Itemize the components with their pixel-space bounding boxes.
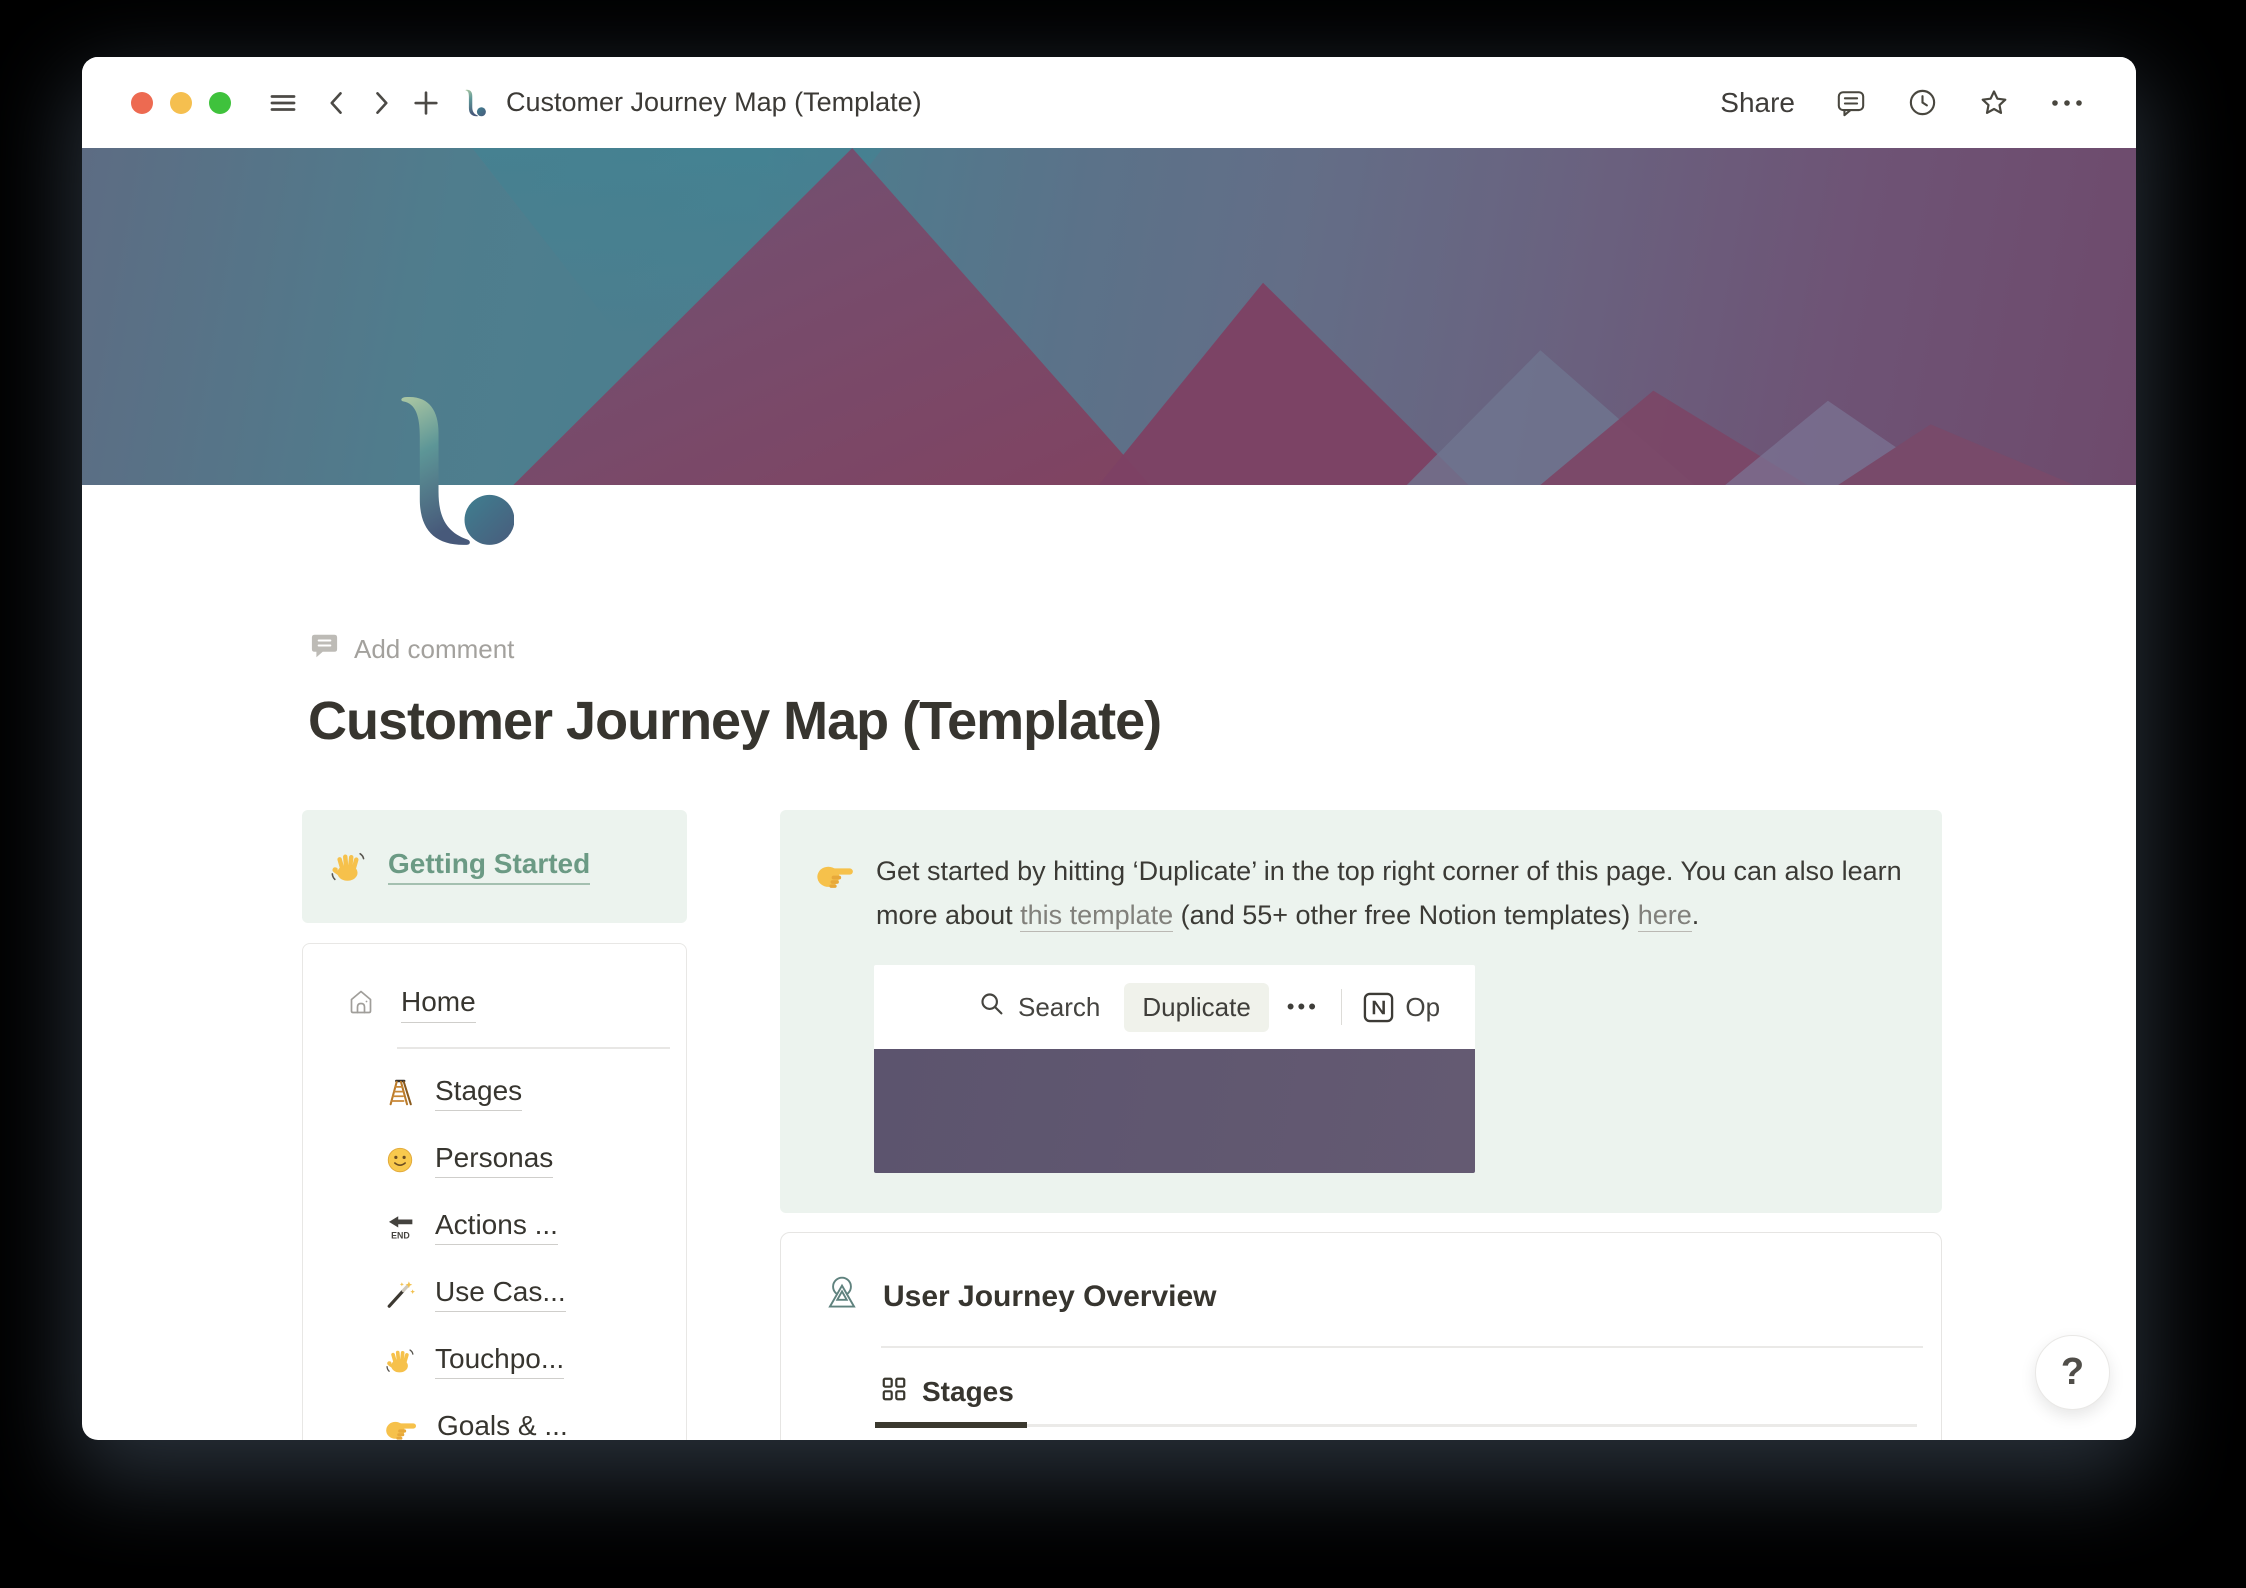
help-question-mark: ? <box>2060 1351 2085 1393</box>
home-nav-box: Home Stages Personas END Actions ... Use… <box>302 943 687 1440</box>
home-link[interactable]: Home <box>401 986 476 1023</box>
history-clock-icon[interactable] <box>1907 87 1938 118</box>
new-tab-icon[interactable] <box>411 88 441 118</box>
embed-more-icon: ••• <box>1286 994 1319 1020</box>
divider <box>881 1346 1923 1348</box>
here-link[interactable]: here <box>1637 899 1692 932</box>
nav-item-touchpoints[interactable]: Touchpo... <box>385 1343 670 1379</box>
nav-item-label[interactable]: Personas <box>435 1142 554 1178</box>
titlebar: Customer Journey Map (Template) Share <box>82 57 2136 148</box>
page-title[interactable]: Customer Journey Map (Template) <box>308 690 1942 752</box>
pointing-right-icon <box>816 856 854 937</box>
getting-started-callout: Getting Started <box>302 810 687 923</box>
waving-hand-icon <box>385 1347 415 1375</box>
getting-started-link[interactable]: Getting Started <box>388 848 591 885</box>
card-title[interactable]: User Journey Overview <box>883 1280 1217 1314</box>
comments-icon[interactable] <box>1835 88 1867 118</box>
tab-underline <box>875 1422 1917 1428</box>
nav-item-label[interactable]: Stages <box>435 1075 523 1111</box>
divider <box>1340 989 1343 1026</box>
nav-item-label[interactable]: Goals & ... <box>437 1410 568 1441</box>
favorite-star-icon[interactable] <box>1978 87 2010 119</box>
embed-topbar: Search Duplicate ••• Op <box>874 965 1475 1050</box>
comment-bubble-icon <box>310 632 339 666</box>
close-window-button[interactable] <box>131 91 153 114</box>
nav-item-label[interactable]: Use Cas... <box>435 1276 566 1312</box>
embed-cover-strip <box>874 1049 1475 1174</box>
tabline-active-indicator <box>875 1422 1027 1428</box>
more-options-icon[interactable] <box>2050 97 2084 109</box>
sidebar-menu-icon[interactable] <box>267 87 299 119</box>
callout-text: . <box>1691 899 1700 930</box>
add-comment-label: Add comment <box>354 633 515 664</box>
callout-text: (and 55+ other free Notion templates) <box>1173 899 1638 930</box>
magic-wand-icon <box>385 1279 415 1309</box>
callout-paragraph: Get started by hitting ‘Duplicate’ in th… <box>876 850 1906 937</box>
home-icon <box>345 986 377 1023</box>
duplicate-screenshot-embed[interactable]: Search Duplicate ••• Op <box>874 965 1475 1174</box>
this-template-link[interactable]: this template <box>1020 899 1174 932</box>
divider <box>397 1047 670 1049</box>
forward-icon[interactable] <box>367 89 395 117</box>
nav-item-use-cases[interactable]: Use Cas... <box>385 1276 670 1312</box>
page-logo-icon <box>463 89 486 117</box>
embed-duplicate-button: Duplicate <box>1124 982 1269 1032</box>
help-button[interactable]: ? <box>2035 1335 2110 1410</box>
grid-icon <box>881 1376 907 1407</box>
nav-item-label[interactable]: Touchpo... <box>435 1343 565 1379</box>
ladder-icon <box>385 1078 415 1108</box>
get-started-callout: Get started by hitting ‘Duplicate’ in th… <box>780 810 1942 1214</box>
tab-stages[interactable]: Stages <box>881 1376 1923 1408</box>
zoom-window-button[interactable] <box>209 91 231 114</box>
pointing-right-icon <box>385 1413 417 1441</box>
nav-item-personas[interactable]: Personas <box>385 1142 670 1178</box>
nav-item-stages[interactable]: Stages <box>385 1075 670 1111</box>
end-arrow-icon: END <box>385 1212 415 1242</box>
notion-window: Customer Journey Map (Template) Share Ad… <box>82 57 2136 1440</box>
back-icon[interactable] <box>323 89 351 117</box>
window-title: Customer Journey Map (Template) <box>506 87 922 117</box>
minimize-window-button[interactable] <box>170 91 192 114</box>
embed-search-label: Search <box>1018 991 1101 1022</box>
share-button[interactable]: Share <box>1720 87 1795 119</box>
tabline-track <box>881 1424 1917 1427</box>
nav-item-goals[interactable]: Goals & ... <box>385 1410 670 1441</box>
person-triangle-icon <box>821 1273 863 1320</box>
nav-item-actions[interactable]: END Actions ... <box>385 1209 670 1245</box>
notion-logo-icon <box>1362 991 1395 1024</box>
svg-text:END: END <box>391 1230 410 1240</box>
tab-stages-label[interactable]: Stages <box>922 1376 1014 1408</box>
embed-search-group: Search <box>978 990 1100 1024</box>
user-journey-overview-card: User Journey Overview Stages <box>780 1232 1942 1440</box>
home-link-row[interactable]: Home <box>345 986 670 1023</box>
nav-item-label[interactable]: Actions ... <box>435 1209 558 1245</box>
search-icon <box>978 990 1005 1024</box>
smiley-icon <box>385 1145 415 1175</box>
waving-hand-icon <box>330 850 366 884</box>
traffic-lights <box>131 91 231 114</box>
page-icon[interactable] <box>388 393 515 554</box>
embed-open-label: Op <box>1405 991 1441 1022</box>
add-comment-button[interactable]: Add comment <box>310 632 1942 666</box>
